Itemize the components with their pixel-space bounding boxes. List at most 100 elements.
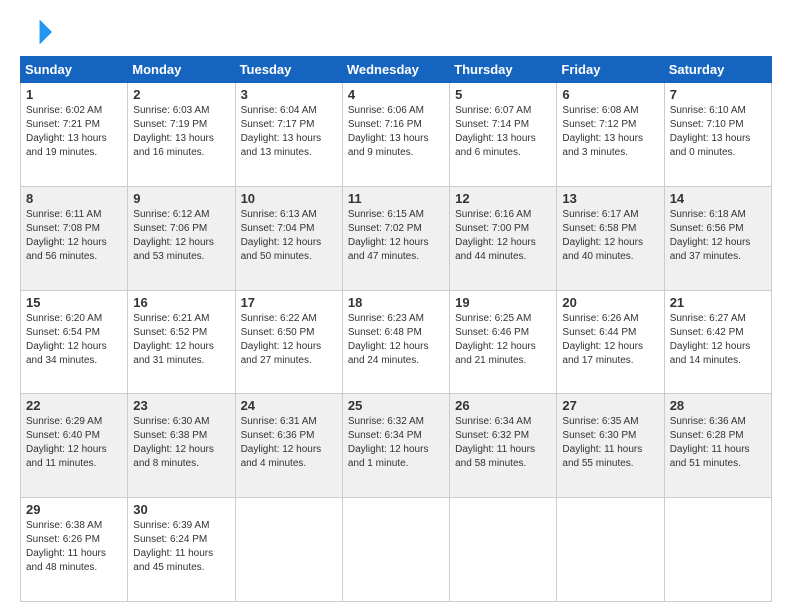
table-row: 8 Sunrise: 6:11 AM Sunset: 7:08 PM Dayli… xyxy=(21,186,128,290)
day-info: Sunrise: 6:21 AM Sunset: 6:52 PM Dayligh… xyxy=(133,312,229,368)
table-row: 24 Sunrise: 6:31 AM Sunset: 6:36 PM Dayl… xyxy=(235,394,342,498)
table-row: 19 Sunrise: 6:25 AM Sunset: 6:46 PM Dayl… xyxy=(450,290,557,394)
day-info: Sunrise: 6:32 AM Sunset: 6:34 PM Dayligh… xyxy=(348,415,444,471)
table-row: 17 Sunrise: 6:22 AM Sunset: 6:50 PM Dayl… xyxy=(235,290,342,394)
table-row xyxy=(342,498,449,602)
table-row: 29 Sunrise: 6:38 AM Sunset: 6:26 PM Dayl… xyxy=(21,498,128,602)
day-number: 27 xyxy=(562,398,658,413)
day-info: Sunrise: 6:36 AM Sunset: 6:28 PM Dayligh… xyxy=(670,415,766,471)
day-number: 14 xyxy=(670,191,766,206)
table-row: 11 Sunrise: 6:15 AM Sunset: 7:02 PM Dayl… xyxy=(342,186,449,290)
table-row: 12 Sunrise: 6:16 AM Sunset: 7:00 PM Dayl… xyxy=(450,186,557,290)
header xyxy=(20,16,772,48)
table-row: 9 Sunrise: 6:12 AM Sunset: 7:06 PM Dayli… xyxy=(128,186,235,290)
day-number: 28 xyxy=(670,398,766,413)
day-info: Sunrise: 6:18 AM Sunset: 6:56 PM Dayligh… xyxy=(670,208,766,264)
day-info: Sunrise: 6:26 AM Sunset: 6:44 PM Dayligh… xyxy=(562,312,658,368)
col-thursday: Thursday xyxy=(450,57,557,83)
day-number: 17 xyxy=(241,295,337,310)
table-row xyxy=(450,498,557,602)
table-row: 10 Sunrise: 6:13 AM Sunset: 7:04 PM Dayl… xyxy=(235,186,342,290)
day-info: Sunrise: 6:10 AM Sunset: 7:10 PM Dayligh… xyxy=(670,104,766,160)
day-number: 25 xyxy=(348,398,444,413)
day-number: 10 xyxy=(241,191,337,206)
table-row: 2 Sunrise: 6:03 AM Sunset: 7:19 PM Dayli… xyxy=(128,83,235,187)
table-row: 16 Sunrise: 6:21 AM Sunset: 6:52 PM Dayl… xyxy=(128,290,235,394)
day-number: 6 xyxy=(562,87,658,102)
day-info: Sunrise: 6:27 AM Sunset: 6:42 PM Dayligh… xyxy=(670,312,766,368)
table-row: 18 Sunrise: 6:23 AM Sunset: 6:48 PM Dayl… xyxy=(342,290,449,394)
logo xyxy=(20,16,56,48)
calendar-week-row: 8 Sunrise: 6:11 AM Sunset: 7:08 PM Dayli… xyxy=(21,186,772,290)
calendar-week-row: 29 Sunrise: 6:38 AM Sunset: 6:26 PM Dayl… xyxy=(21,498,772,602)
day-number: 12 xyxy=(455,191,551,206)
day-number: 5 xyxy=(455,87,551,102)
day-number: 21 xyxy=(670,295,766,310)
table-row: 5 Sunrise: 6:07 AM Sunset: 7:14 PM Dayli… xyxy=(450,83,557,187)
col-sunday: Sunday xyxy=(21,57,128,83)
day-info: Sunrise: 6:06 AM Sunset: 7:16 PM Dayligh… xyxy=(348,104,444,160)
table-row: 1 Sunrise: 6:02 AM Sunset: 7:21 PM Dayli… xyxy=(21,83,128,187)
day-number: 4 xyxy=(348,87,444,102)
day-info: Sunrise: 6:38 AM Sunset: 6:26 PM Dayligh… xyxy=(26,519,122,575)
day-number: 11 xyxy=(348,191,444,206)
day-info: Sunrise: 6:31 AM Sunset: 6:36 PM Dayligh… xyxy=(241,415,337,471)
day-info: Sunrise: 6:23 AM Sunset: 6:48 PM Dayligh… xyxy=(348,312,444,368)
table-row: 30 Sunrise: 6:39 AM Sunset: 6:24 PM Dayl… xyxy=(128,498,235,602)
col-monday: Monday xyxy=(128,57,235,83)
table-row xyxy=(557,498,664,602)
table-row: 15 Sunrise: 6:20 AM Sunset: 6:54 PM Dayl… xyxy=(21,290,128,394)
table-row: 13 Sunrise: 6:17 AM Sunset: 6:58 PM Dayl… xyxy=(557,186,664,290)
day-info: Sunrise: 6:25 AM Sunset: 6:46 PM Dayligh… xyxy=(455,312,551,368)
day-number: 1 xyxy=(26,87,122,102)
day-info: Sunrise: 6:17 AM Sunset: 6:58 PM Dayligh… xyxy=(562,208,658,264)
day-info: Sunrise: 6:02 AM Sunset: 7:21 PM Dayligh… xyxy=(26,104,122,160)
table-row: 20 Sunrise: 6:26 AM Sunset: 6:44 PM Dayl… xyxy=(557,290,664,394)
day-info: Sunrise: 6:11 AM Sunset: 7:08 PM Dayligh… xyxy=(26,208,122,264)
calendar-week-row: 1 Sunrise: 6:02 AM Sunset: 7:21 PM Dayli… xyxy=(21,83,772,187)
day-info: Sunrise: 6:39 AM Sunset: 6:24 PM Dayligh… xyxy=(133,519,229,575)
day-number: 13 xyxy=(562,191,658,206)
day-info: Sunrise: 6:22 AM Sunset: 6:50 PM Dayligh… xyxy=(241,312,337,368)
day-info: Sunrise: 6:30 AM Sunset: 6:38 PM Dayligh… xyxy=(133,415,229,471)
day-number: 2 xyxy=(133,87,229,102)
day-number: 15 xyxy=(26,295,122,310)
day-number: 23 xyxy=(133,398,229,413)
day-info: Sunrise: 6:13 AM Sunset: 7:04 PM Dayligh… xyxy=(241,208,337,264)
table-row: 22 Sunrise: 6:29 AM Sunset: 6:40 PM Dayl… xyxy=(21,394,128,498)
day-info: Sunrise: 6:15 AM Sunset: 7:02 PM Dayligh… xyxy=(348,208,444,264)
day-info: Sunrise: 6:12 AM Sunset: 7:06 PM Dayligh… xyxy=(133,208,229,264)
table-row: 26 Sunrise: 6:34 AM Sunset: 6:32 PM Dayl… xyxy=(450,394,557,498)
day-number: 24 xyxy=(241,398,337,413)
day-number: 19 xyxy=(455,295,551,310)
day-info: Sunrise: 6:34 AM Sunset: 6:32 PM Dayligh… xyxy=(455,415,551,471)
day-info: Sunrise: 6:04 AM Sunset: 7:17 PM Dayligh… xyxy=(241,104,337,160)
day-info: Sunrise: 6:08 AM Sunset: 7:12 PM Dayligh… xyxy=(562,104,658,160)
day-number: 22 xyxy=(26,398,122,413)
table-row: 7 Sunrise: 6:10 AM Sunset: 7:10 PM Dayli… xyxy=(664,83,771,187)
day-number: 26 xyxy=(455,398,551,413)
table-row: 6 Sunrise: 6:08 AM Sunset: 7:12 PM Dayli… xyxy=(557,83,664,187)
col-saturday: Saturday xyxy=(664,57,771,83)
col-wednesday: Wednesday xyxy=(342,57,449,83)
day-number: 29 xyxy=(26,502,122,517)
day-number: 9 xyxy=(133,191,229,206)
day-info: Sunrise: 6:29 AM Sunset: 6:40 PM Dayligh… xyxy=(26,415,122,471)
table-row: 23 Sunrise: 6:30 AM Sunset: 6:38 PM Dayl… xyxy=(128,394,235,498)
day-number: 30 xyxy=(133,502,229,517)
col-friday: Friday xyxy=(557,57,664,83)
table-row: 4 Sunrise: 6:06 AM Sunset: 7:16 PM Dayli… xyxy=(342,83,449,187)
table-row: 25 Sunrise: 6:32 AM Sunset: 6:34 PM Dayl… xyxy=(342,394,449,498)
table-row xyxy=(664,498,771,602)
calendar-week-row: 22 Sunrise: 6:29 AM Sunset: 6:40 PM Dayl… xyxy=(21,394,772,498)
day-number: 7 xyxy=(670,87,766,102)
day-info: Sunrise: 6:20 AM Sunset: 6:54 PM Dayligh… xyxy=(26,312,122,368)
table-row: 14 Sunrise: 6:18 AM Sunset: 6:56 PM Dayl… xyxy=(664,186,771,290)
col-tuesday: Tuesday xyxy=(235,57,342,83)
calendar-table: Sunday Monday Tuesday Wednesday Thursday… xyxy=(20,56,772,602)
page: Sunday Monday Tuesday Wednesday Thursday… xyxy=(0,0,792,612)
calendar-week-row: 15 Sunrise: 6:20 AM Sunset: 6:54 PM Dayl… xyxy=(21,290,772,394)
day-number: 18 xyxy=(348,295,444,310)
logo-icon xyxy=(20,16,52,48)
table-row: 28 Sunrise: 6:36 AM Sunset: 6:28 PM Dayl… xyxy=(664,394,771,498)
